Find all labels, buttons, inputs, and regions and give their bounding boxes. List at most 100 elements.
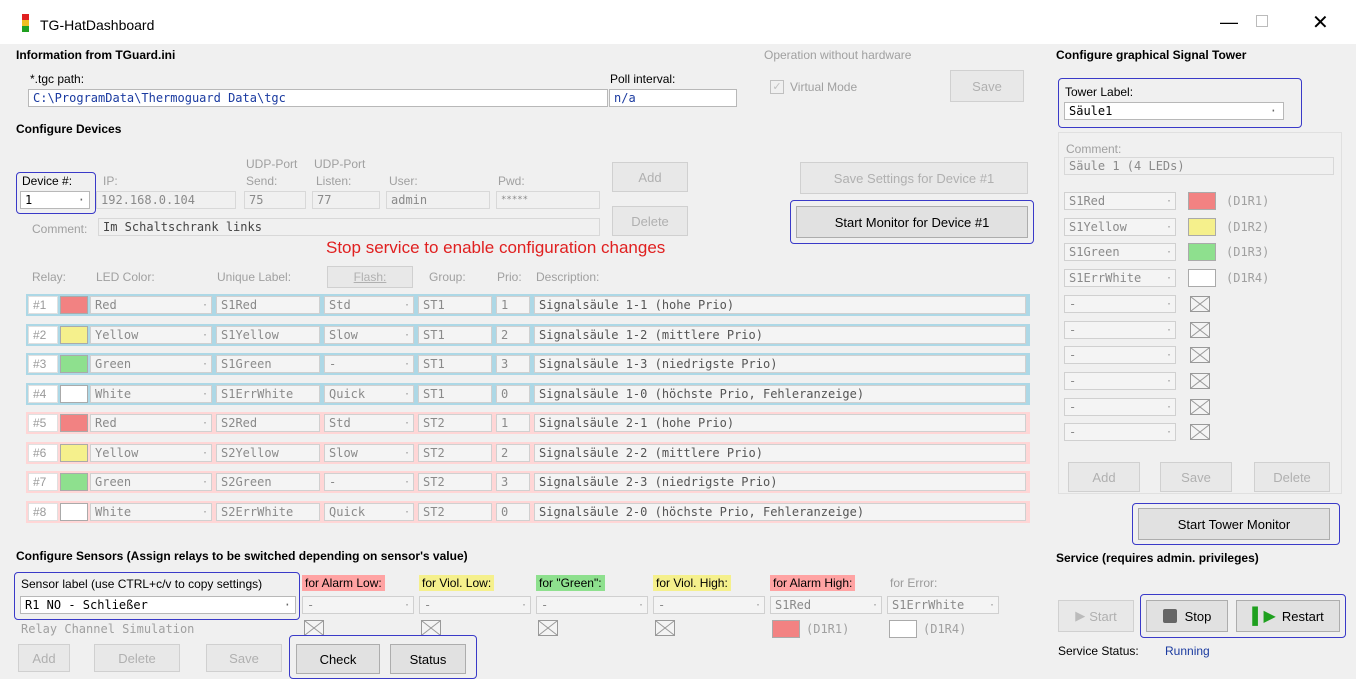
led-color-swatch[interactable]	[60, 414, 88, 432]
service-stop-button[interactable]: Stop	[1146, 600, 1228, 632]
tower-led-select[interactable]: - ·	[1064, 294, 1176, 313]
maximize-button[interactable]	[1256, 15, 1268, 27]
sensor-relay-select[interactable]: S1ErrWhite ·	[887, 596, 999, 614]
description-field[interactable]: Signalsäule 2-0 (höchste Prio, Fehleranz…	[534, 502, 1026, 521]
sensor-relay-select[interactable]: - ·	[536, 596, 648, 614]
group-field[interactable]: ST2	[418, 502, 492, 521]
virtual-mode-checkbox[interactable]: ✓	[770, 80, 784, 94]
unique-label-field[interactable]: S1Green	[216, 355, 320, 373]
led-color-swatch[interactable]	[60, 296, 88, 314]
tgc-path-field[interactable]: C:\ProgramData\Thermoguard Data\tgc	[28, 89, 608, 107]
flash-select[interactable]: Quick ·	[324, 502, 414, 521]
tower-led-select[interactable]: - ·	[1064, 346, 1176, 365]
led-color-select[interactable]: Yellow ·	[90, 325, 212, 344]
flash-select[interactable]: Slow ·	[324, 325, 414, 344]
led-color-swatch[interactable]	[60, 384, 88, 403]
led-color-swatch[interactable]	[60, 325, 88, 344]
tower-add-button[interactable]: Add	[1068, 462, 1140, 492]
prio-field[interactable]: 0	[496, 384, 530, 403]
op-save-button[interactable]: Save	[950, 70, 1024, 102]
description-field[interactable]: Signalsäule 2-3 (niedrigste Prio)	[534, 473, 1026, 491]
unique-label-field[interactable]: S1Red	[216, 296, 320, 314]
add-device-button[interactable]: Add	[612, 162, 688, 192]
led-color-swatch[interactable]	[60, 443, 88, 462]
group-field[interactable]: ST2	[418, 473, 492, 491]
tower-delete-button[interactable]: Delete	[1254, 462, 1330, 492]
unique-label-field[interactable]: S2Red	[216, 414, 320, 432]
flash-select[interactable]: Slow ·	[324, 443, 414, 462]
device-number-select[interactable]: 1 ·	[20, 191, 90, 209]
led-color-select[interactable]: Green ·	[90, 473, 212, 491]
prio-field[interactable]: 3	[496, 473, 530, 491]
led-color-swatch[interactable]	[60, 473, 88, 491]
group-field[interactable]: ST1	[418, 296, 492, 314]
tower-led-select[interactable]: - ·	[1064, 423, 1176, 442]
tower-led-select[interactable]: S1ErrWhite ·	[1064, 269, 1176, 288]
prio-field[interactable]: 1	[496, 296, 530, 314]
save-device-settings-button[interactable]: Save Settings for Device #1	[800, 162, 1028, 194]
unique-label-field[interactable]: S1ErrWhite	[216, 384, 320, 403]
comment-field[interactable]: Im Schaltschrank links	[98, 218, 600, 236]
start-tower-monitor-button[interactable]: Start Tower Monitor	[1138, 508, 1330, 540]
tower-led-select[interactable]: - ·	[1064, 397, 1176, 416]
ip-field[interactable]: 192.168.0.104	[96, 191, 236, 209]
flash-select[interactable]: Quick ·	[324, 384, 414, 403]
group-field[interactable]: ST1	[418, 384, 492, 403]
led-color-select[interactable]: Red ·	[90, 296, 212, 314]
group-field[interactable]: ST1	[418, 325, 492, 344]
check-button[interactable]: Check	[296, 644, 380, 674]
unique-label-field[interactable]: S2Yellow	[216, 443, 320, 462]
led-color-select[interactable]: Yellow ·	[90, 443, 212, 462]
udp-send-field[interactable]: 75	[244, 191, 306, 209]
description-field[interactable]: Signalsäule 1-1 (hohe Prio)	[534, 296, 1026, 314]
sensor-label-select[interactable]: R1 NO - Schließer ·	[20, 596, 296, 614]
led-color-select[interactable]: Red ·	[90, 414, 212, 432]
description-field[interactable]: Signalsäule 2-1 (hohe Prio)	[534, 414, 1026, 432]
tower-save-button[interactable]: Save	[1160, 462, 1232, 492]
service-start-button[interactable]: ▶ Start	[1058, 600, 1134, 632]
sensor-relay-select[interactable]: - ·	[653, 596, 765, 614]
led-color-swatch[interactable]	[60, 502, 88, 521]
description-field[interactable]: Signalsäule 1-3 (niedrigste Prio)	[534, 355, 1026, 373]
led-color-swatch[interactable]	[60, 355, 88, 373]
led-color-select[interactable]: White ·	[90, 384, 212, 403]
close-button[interactable]: ✕	[1312, 10, 1329, 35]
user-field[interactable]: admin	[386, 191, 490, 209]
group-field[interactable]: ST2	[418, 443, 492, 462]
tower-led-select[interactable]: S1Yellow ·	[1064, 217, 1176, 236]
start-device-monitor-button[interactable]: Start Monitor for Device #1	[796, 206, 1028, 238]
sensor-delete-button[interactable]: Delete	[94, 644, 180, 672]
prio-field[interactable]: 2	[496, 443, 530, 462]
group-field[interactable]: ST1	[418, 355, 492, 373]
sensor-save-button[interactable]: Save	[206, 644, 282, 672]
prio-field[interactable]: 1	[496, 414, 530, 432]
tower-led-select[interactable]: S1Green ·	[1064, 243, 1176, 262]
led-color-select[interactable]: White ·	[90, 502, 212, 521]
prio-field[interactable]: 2	[496, 325, 530, 344]
tower-led-select[interactable]: - ·	[1064, 320, 1176, 339]
sensor-relay-select[interactable]: - ·	[419, 596, 531, 614]
prio-field[interactable]: 0	[496, 502, 530, 521]
group-field[interactable]: ST2	[418, 414, 492, 432]
sensor-relay-select[interactable]: S1Red ·	[770, 596, 882, 614]
delete-device-button[interactable]: Delete	[612, 206, 688, 236]
unique-label-field[interactable]: S1Yellow	[216, 325, 320, 344]
description-field[interactable]: Signalsäule 2-2 (mittlere Prio)	[534, 443, 1026, 462]
sensor-add-button[interactable]: Add	[18, 644, 70, 672]
flash-select[interactable]: Std ·	[324, 414, 414, 432]
prio-field[interactable]: 3	[496, 355, 530, 373]
flash-select[interactable]: Std ·	[324, 296, 414, 314]
poll-interval-field[interactable]: n/a	[609, 89, 737, 107]
minimize-button[interactable]: —	[1220, 12, 1238, 33]
unique-label-field[interactable]: S2ErrWhite	[216, 502, 320, 521]
tower-label-select[interactable]: Säule1 ·	[1064, 102, 1284, 120]
sensor-relay-select[interactable]: - ·	[302, 596, 414, 614]
flash-select[interactable]: - ·	[324, 473, 414, 491]
tower-comment-field[interactable]: Säule 1 (4 LEDs)	[1064, 157, 1334, 175]
tower-led-select[interactable]: - ·	[1064, 371, 1176, 390]
tower-led-select[interactable]: S1Red ·	[1064, 192, 1176, 210]
description-field[interactable]: Signalsäule 1-0 (höchste Prio, Fehleranz…	[534, 384, 1026, 403]
flash-select[interactable]: - ·	[324, 355, 414, 373]
status-button[interactable]: Status	[390, 644, 466, 674]
description-field[interactable]: Signalsäule 1-2 (mittlere Prio)	[534, 325, 1026, 344]
